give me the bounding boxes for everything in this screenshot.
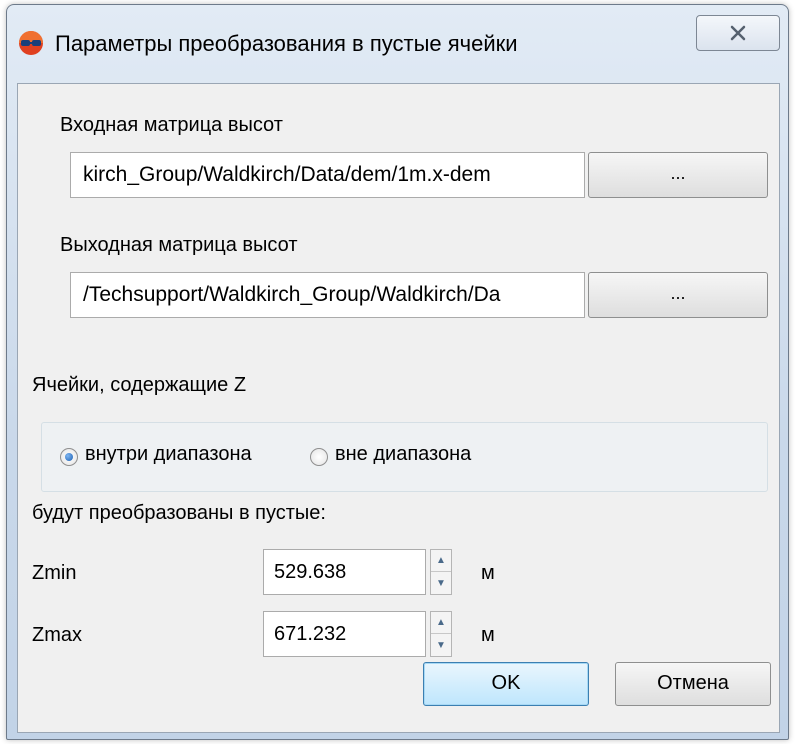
range-radio-group: внутри диапазона вне диапазона bbox=[41, 422, 768, 492]
zmax-label: Zmax bbox=[32, 624, 82, 646]
zmax-spinner: ▲ ▼ bbox=[430, 611, 452, 657]
convert-to-empty-label: будут преобразованы в пустые: bbox=[32, 502, 326, 524]
inside-range-radio[interactable] bbox=[60, 448, 78, 466]
zmin-input[interactable]: 529.638 bbox=[263, 549, 426, 595]
zmin-label: Zmin bbox=[32, 562, 77, 584]
outside-range-radio[interactable] bbox=[310, 448, 328, 466]
cancel-button[interactable]: Отмена bbox=[615, 662, 771, 706]
output-dem-label: Выходная матрица высот bbox=[60, 234, 298, 256]
outside-range-label[interactable]: вне диапазона bbox=[335, 443, 471, 466]
input-dem-label: Входная матрица высот bbox=[60, 114, 283, 136]
spin-up-icon[interactable]: ▲ bbox=[431, 550, 451, 572]
dialog-window: Параметры преобразования в пустые ячейки… bbox=[6, 4, 789, 740]
dialog-content: Входная матрица высот kirch_Group/Waldki… bbox=[17, 83, 780, 733]
input-dem-path-field[interactable]: kirch_Group/Waldkirch/Data/dem/1m.x-dem bbox=[70, 152, 585, 198]
zmax-input[interactable]: 671.232 bbox=[263, 611, 426, 657]
input-dem-browse-button[interactable]: ... bbox=[588, 152, 768, 198]
zmax-unit: м bbox=[481, 624, 495, 646]
app-logo-icon bbox=[19, 31, 43, 55]
spin-down-icon[interactable]: ▼ bbox=[431, 634, 451, 656]
inside-range-label[interactable]: внутри диапазона bbox=[85, 443, 252, 466]
output-dem-path-field[interactable]: /Techsupport/Waldkirch_Group/Waldkirch/D… bbox=[70, 272, 585, 318]
close-icon bbox=[730, 25, 746, 41]
zmin-spinner: ▲ ▼ bbox=[430, 549, 452, 595]
spin-up-icon[interactable]: ▲ bbox=[431, 612, 451, 634]
ok-button[interactable]: OK bbox=[423, 662, 589, 706]
zmin-unit: м bbox=[481, 562, 495, 584]
output-dem-browse-button[interactable]: ... bbox=[588, 272, 768, 318]
cells-label: Ячейки, содержащие Z bbox=[32, 374, 247, 396]
close-button[interactable] bbox=[696, 15, 780, 51]
title-bar: Параметры преобразования в пустые ячейки bbox=[7, 5, 788, 83]
spin-down-icon[interactable]: ▼ bbox=[431, 572, 451, 594]
window-title: Параметры преобразования в пустые ячейки bbox=[55, 31, 518, 56]
